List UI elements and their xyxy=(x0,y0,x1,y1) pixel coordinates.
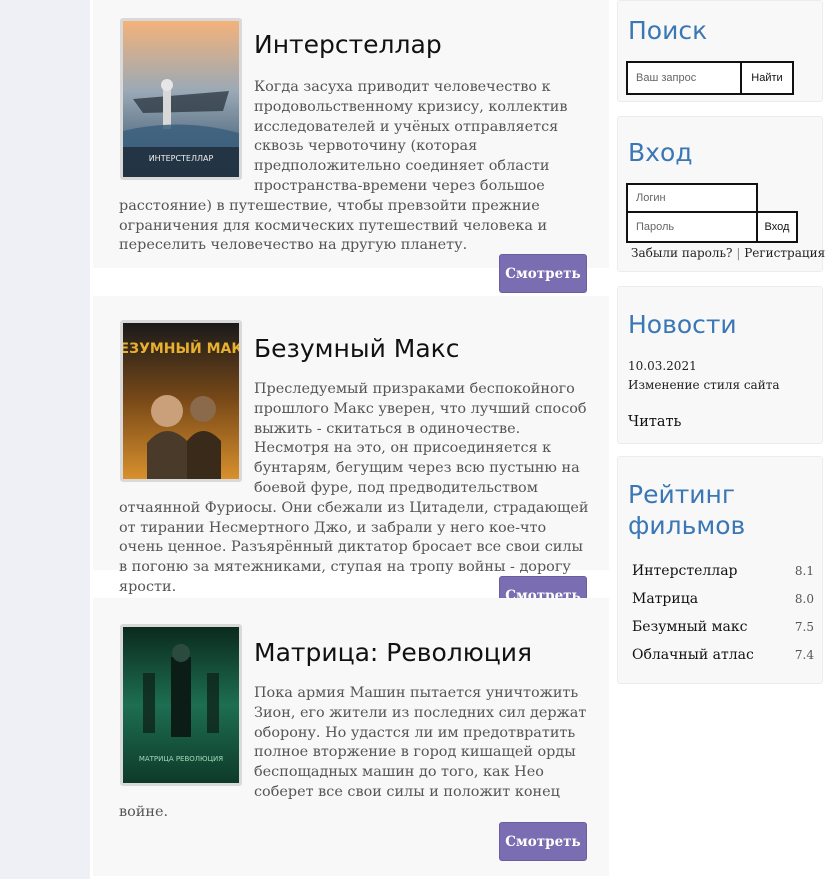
forgot-password-link[interactable]: Забыли пароль? xyxy=(631,246,733,260)
search-input[interactable]: Ваш запрос xyxy=(626,61,742,95)
watch-button[interactable]: Смотреть xyxy=(499,254,587,293)
login-links: Забыли пароль? | Регистрация xyxy=(631,246,825,260)
page-content: ИНТЕРСТЕЛЛАР Интерстеллар Когда засуха п… xyxy=(90,0,839,879)
rating-value: 8.0 xyxy=(794,592,814,606)
rating-title: Рейтинг фильмов xyxy=(628,479,745,541)
movie-description: Пока армия Машин пытается уничтожить Зио… xyxy=(119,685,587,820)
rating-row[interactable]: Матрица 8.0 xyxy=(632,589,814,609)
link-separator: | xyxy=(736,246,741,260)
movie-card: ИНТЕРСТЕЛЛАР Интерстеллар Когда засуха п… xyxy=(93,0,609,268)
rating-row[interactable]: Облачный атлас 7.4 xyxy=(632,645,814,665)
watch-button[interactable]: Смотреть xyxy=(499,822,587,861)
search-button[interactable]: Найти xyxy=(740,61,794,95)
rating-movie-name: Безумный макс xyxy=(632,619,748,635)
movie-card: БЕЗУМНЫЙ МАКС Безумный Макс Преследуемый… xyxy=(93,296,609,595)
news-title: Новости xyxy=(628,310,737,339)
movie-description: Преследуемый призраками беспокойного про… xyxy=(119,381,589,595)
rating-value: 7.5 xyxy=(794,620,814,634)
login-button[interactable]: Вход xyxy=(756,211,798,243)
news-read-link[interactable]: Читать xyxy=(628,414,681,430)
news-widget: Новости 10.03.2021 Изменение стиля сайта… xyxy=(617,286,823,444)
rating-widget: Рейтинг фильмов Интерстеллар 8.1 Матрица… xyxy=(617,456,823,684)
movie-title[interactable]: Безумный Макс xyxy=(254,334,460,363)
rating-movie-name: Интерстеллар xyxy=(632,563,738,579)
login-widget: Вход Логин Пароль Вход Забыли пароль? | … xyxy=(617,116,825,272)
rating-row[interactable]: Безумный макс 7.5 xyxy=(632,617,814,637)
movie-title[interactable]: Интерстеллар xyxy=(254,30,442,59)
news-headline[interactable]: Изменение стиля сайта xyxy=(628,378,780,392)
search-widget: Поиск Ваш запрос Найти xyxy=(617,0,823,102)
news-date: 10.03.2021 xyxy=(628,359,697,373)
rating-row[interactable]: Интерстеллар 8.1 xyxy=(632,561,814,581)
login-title: Вход xyxy=(628,138,693,167)
search-title: Поиск xyxy=(628,16,708,45)
rating-movie-name: Облачный атлас xyxy=(632,647,754,663)
poster-title-text: БЕЗУМНЫЙ МАКС xyxy=(123,340,239,357)
login-input[interactable]: Логин xyxy=(626,183,758,213)
rating-title-line2: фильмов xyxy=(628,511,746,540)
rating-value: 8.1 xyxy=(794,564,814,578)
register-link[interactable]: Регистрация xyxy=(744,246,825,260)
rating-value: 7.4 xyxy=(794,648,814,662)
movie-description: Когда засуха приводит человечество к про… xyxy=(119,79,568,254)
password-input[interactable]: Пароль xyxy=(626,211,758,243)
rating-title-line1: Рейтинг xyxy=(628,480,735,509)
rating-movie-name: Матрица xyxy=(632,591,699,607)
movie-title[interactable]: Матрица: Революция xyxy=(254,638,532,667)
